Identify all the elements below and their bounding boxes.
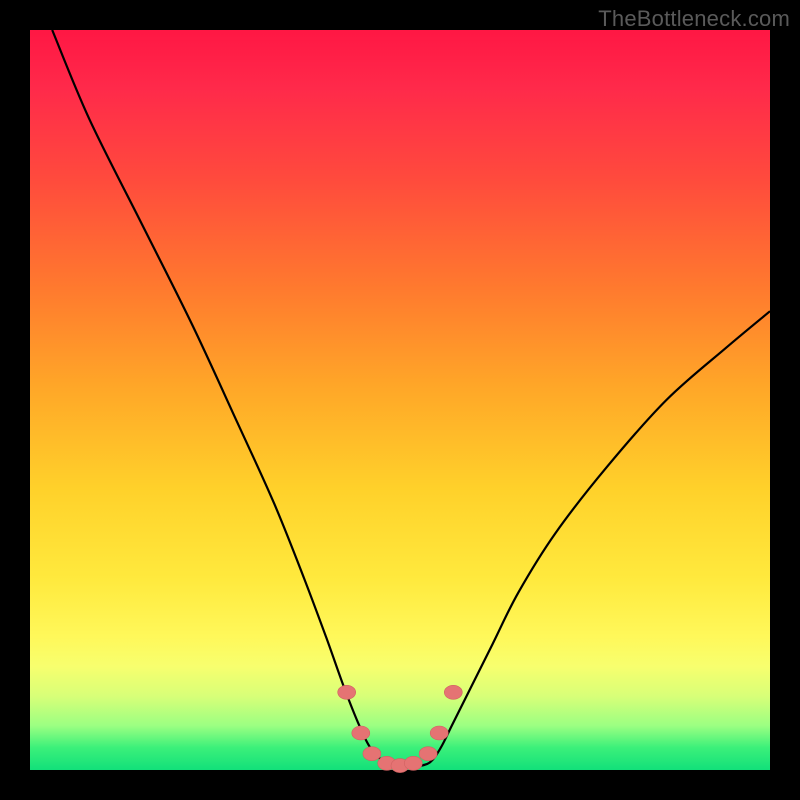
highlight-dot [338,685,356,699]
plot-area [30,30,770,770]
chart-frame: TheBottleneck.com [0,0,800,800]
watermark-text: TheBottleneck.com [598,6,790,32]
highlight-dot [419,747,437,761]
highlight-dot [363,747,381,761]
highlight-dot [430,726,448,740]
highlight-dot [352,726,370,740]
bottleneck-curve [52,30,770,767]
bottleneck-curve-svg [30,30,770,770]
highlight-dots-group [338,685,463,772]
highlight-dot [404,756,422,770]
highlight-dot [444,685,462,699]
